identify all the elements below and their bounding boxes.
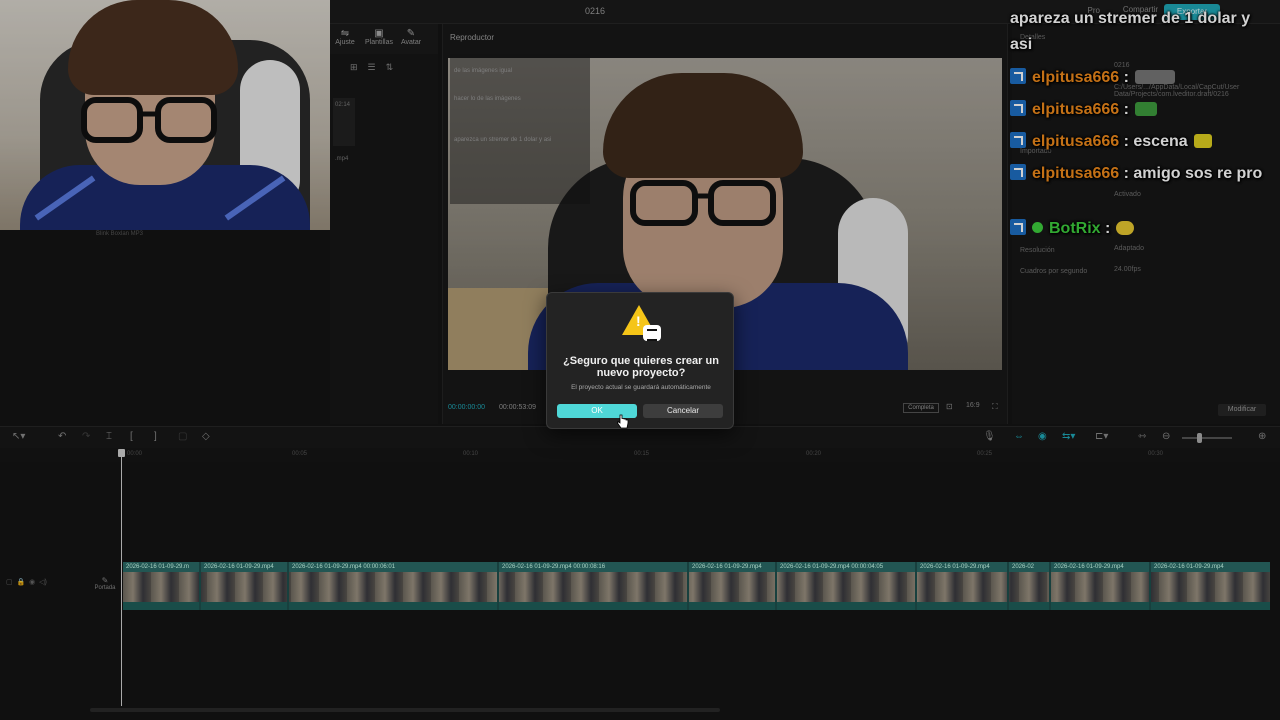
cancel-button[interactable]: Cancelar bbox=[643, 404, 723, 418]
warning-exclamation-icon: ! bbox=[636, 313, 641, 329]
capcut-logo-icon bbox=[643, 325, 661, 341]
capcut-editor-window: 0216 Pro Compartir Exportar ⇋ Ajuste ▣ P… bbox=[0, 0, 1280, 720]
dialog-subtitle: El proyecto actual se guardará automátic… bbox=[571, 384, 711, 391]
dialog-title-line2: nuevo proyecto? bbox=[596, 367, 686, 379]
dialog-title-line1: ¿Seguro que quieres crear un bbox=[563, 355, 719, 367]
new-project-dialog: ! ¿Seguro que quieres crear un nuevo pro… bbox=[546, 292, 734, 429]
dialog-title: ¿Seguro que quieres crear un nuevo proye… bbox=[547, 355, 735, 379]
